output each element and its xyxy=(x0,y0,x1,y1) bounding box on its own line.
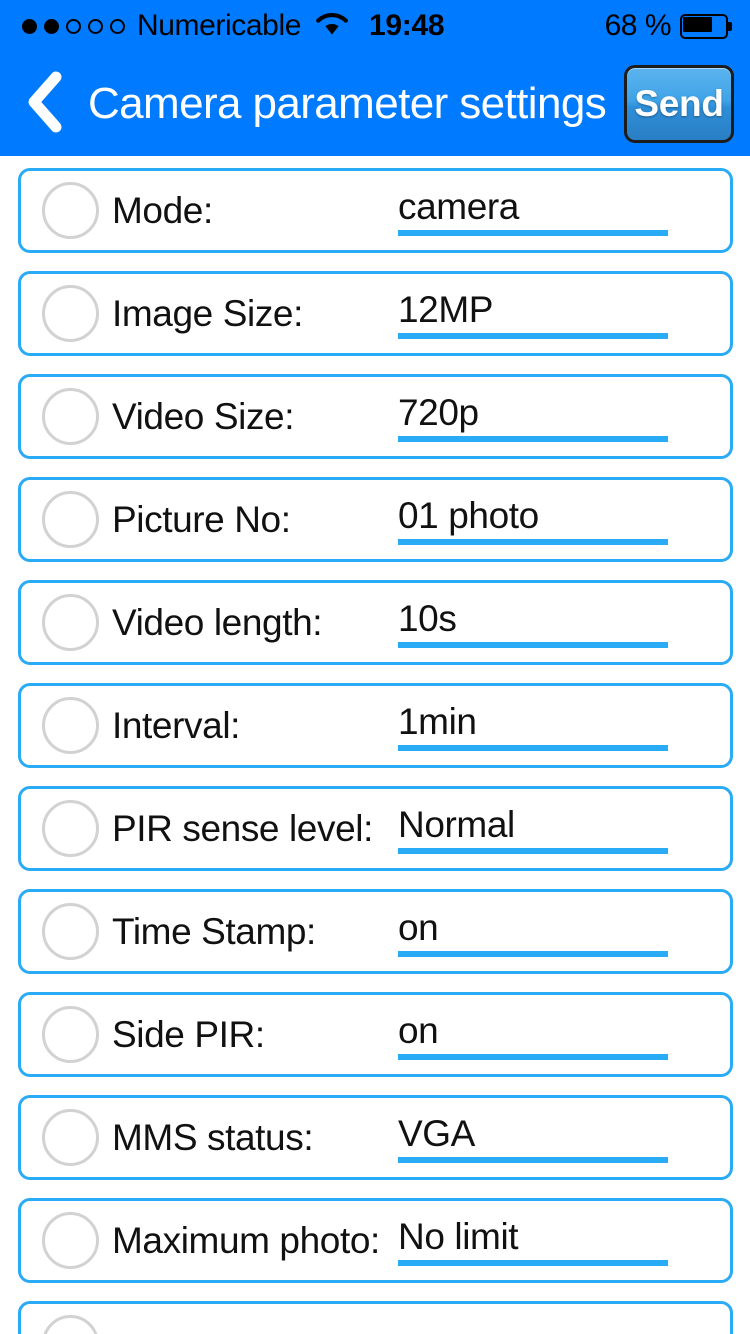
setting-value-field[interactable]: Normal xyxy=(398,786,670,871)
setting-label: Video length: xyxy=(112,601,323,643)
status-bar-right: 68 % xyxy=(605,9,732,43)
battery-icon xyxy=(680,13,732,39)
setting-label: Mode: xyxy=(112,189,213,231)
setting-radio-circle[interactable] xyxy=(42,1315,99,1334)
setting-value-underline xyxy=(398,333,668,339)
setting-row[interactable]: Side PIR: on xyxy=(18,992,733,1077)
setting-row[interactable]: PIR sense level: Normal xyxy=(18,786,733,871)
setting-value: on xyxy=(398,1009,439,1051)
setting-row[interactable]: Picture No: 01 photo xyxy=(18,477,733,562)
setting-value: on xyxy=(398,906,439,948)
setting-value-field[interactable] xyxy=(398,1301,670,1334)
signal-dot-2 xyxy=(44,18,59,34)
setting-radio-circle[interactable] xyxy=(42,182,99,239)
setting-value-field[interactable]: 12MP xyxy=(398,271,670,356)
setting-value-underline xyxy=(398,848,668,854)
setting-value-underline xyxy=(398,436,668,442)
setting-radio-circle[interactable] xyxy=(42,491,99,548)
setting-value-underline xyxy=(398,1054,668,1060)
battery-percent-label: 68 % xyxy=(604,9,672,42)
setting-label: Side PIR: xyxy=(112,1013,265,1055)
setting-value-underline xyxy=(398,745,668,751)
setting-radio-circle[interactable] xyxy=(42,1212,99,1269)
setting-value: 10s xyxy=(398,597,457,639)
setting-radio-circle[interactable] xyxy=(42,594,99,651)
chevron-left-icon xyxy=(23,71,67,138)
setting-value: 1min xyxy=(398,700,477,742)
setting-value-field[interactable]: 10s xyxy=(398,580,670,665)
setting-label: Image Size: xyxy=(112,292,303,334)
setting-value-field[interactable]: 01 photo xyxy=(398,477,670,562)
setting-row[interactable]: Image Size: 12MP xyxy=(18,271,733,356)
setting-value: 12MP xyxy=(398,288,494,330)
send-button[interactable]: Send xyxy=(624,65,734,143)
setting-row[interactable]: Interval: 1min xyxy=(18,683,733,768)
setting-radio-circle[interactable] xyxy=(42,800,99,857)
signal-dot-4 xyxy=(88,18,103,34)
setting-label: Picture No: xyxy=(112,498,291,540)
setting-radio-circle[interactable] xyxy=(42,1109,99,1166)
setting-row[interactable]: Mode: camera xyxy=(18,168,733,253)
setting-row[interactable]: Maximum photo: No limit xyxy=(18,1198,733,1283)
setting-row[interactable] xyxy=(18,1301,733,1334)
setting-value-field[interactable]: 720p xyxy=(398,374,670,459)
setting-label: Video Size: xyxy=(112,395,295,437)
settings-list[interactable]: Mode: camera Image Size: 12MP Video Size: 720… xyxy=(0,156,750,1334)
setting-label: PIR sense level: xyxy=(112,807,373,849)
setting-label: Maximum photo: xyxy=(112,1219,380,1261)
setting-value-underline xyxy=(398,539,668,545)
page-title: Camera parameter settings xyxy=(88,79,607,128)
setting-value-underline xyxy=(398,1157,668,1163)
status-bar: Numericable 19:48 68 % xyxy=(0,0,750,52)
setting-value: No limit xyxy=(398,1215,519,1257)
setting-value: 720p xyxy=(398,391,479,433)
signal-strength-indicator xyxy=(22,18,125,34)
setting-radio-circle[interactable] xyxy=(42,388,99,445)
setting-value-underline xyxy=(398,1260,668,1266)
setting-value: VGA xyxy=(398,1112,475,1154)
setting-value-underline xyxy=(398,230,668,236)
setting-label: Interval: xyxy=(112,704,241,746)
setting-label: MMS status: xyxy=(112,1116,314,1158)
setting-value-field[interactable]: No limit xyxy=(398,1198,670,1283)
setting-value-field[interactable]: on xyxy=(398,889,670,974)
setting-row[interactable]: Video Size: 720p xyxy=(18,374,733,459)
setting-radio-circle[interactable] xyxy=(42,1006,99,1063)
setting-value: camera xyxy=(398,185,519,227)
setting-value-underline xyxy=(398,642,668,648)
setting-value-underline xyxy=(398,951,668,957)
send-button-label: Send xyxy=(634,83,724,124)
setting-value-field[interactable]: 1min xyxy=(398,683,670,768)
navigation-bar: Camera parameter settings Send xyxy=(0,52,750,156)
setting-value-field[interactable]: on xyxy=(398,992,670,1077)
setting-value: 01 photo xyxy=(398,494,539,536)
carrier-name: Numericable xyxy=(137,9,301,42)
setting-value-field[interactable]: camera xyxy=(398,168,670,253)
signal-dot-1 xyxy=(22,18,37,34)
setting-value-field[interactable]: VGA xyxy=(398,1095,670,1180)
setting-row[interactable]: MMS status: VGA xyxy=(18,1095,733,1180)
setting-radio-circle[interactable] xyxy=(42,285,99,342)
setting-row[interactable]: Time Stamp: on xyxy=(18,889,733,974)
wifi-icon xyxy=(315,11,349,42)
signal-dot-3 xyxy=(66,18,81,34)
setting-radio-circle[interactable] xyxy=(42,903,99,960)
setting-row[interactable]: Video length: 10s xyxy=(18,580,733,665)
setting-label: Time Stamp: xyxy=(112,910,316,952)
signal-dot-5 xyxy=(110,18,125,34)
back-button[interactable] xyxy=(8,52,82,156)
setting-value: Normal xyxy=(398,803,515,845)
clock: 19:48 xyxy=(369,9,445,42)
setting-radio-circle[interactable] xyxy=(42,697,99,754)
